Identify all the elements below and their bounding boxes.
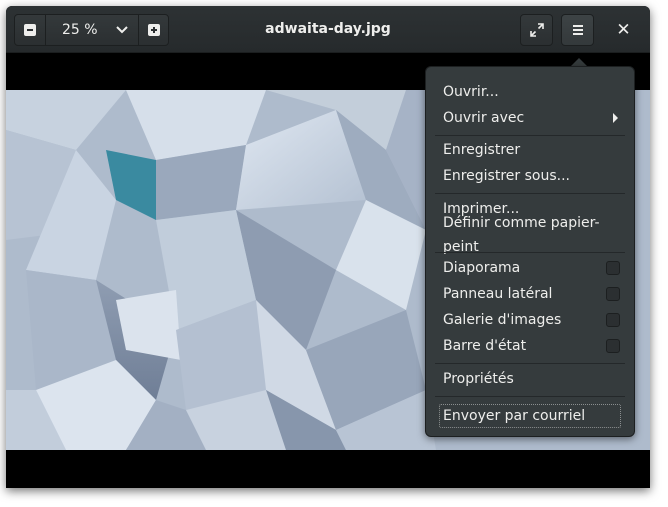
status-bar-checkbox[interactable] <box>606 339 620 353</box>
menu-separator <box>435 193 625 194</box>
menu-separator <box>435 396 625 397</box>
zoom-out-button[interactable] <box>14 14 46 46</box>
menu-item-slideshow[interactable]: Diaporama <box>443 256 620 280</box>
side-panel-checkbox[interactable] <box>606 287 620 301</box>
close-button[interactable]: ✕ <box>607 14 640 46</box>
menu-item-properties[interactable]: Propriétés <box>443 367 620 391</box>
menu-item-open-with-label: Ouvrir avec <box>443 110 525 126</box>
menu-item-status-bar[interactable]: Barre d'état <box>443 334 620 358</box>
submenu-arrow-icon <box>613 113 618 123</box>
slideshow-checkbox[interactable] <box>606 261 620 275</box>
menu-item-slideshow-label: Diaporama <box>443 260 521 276</box>
menu-item-properties-label: Propriétés <box>443 371 514 387</box>
menu-separator <box>435 252 625 253</box>
chevron-down-icon <box>116 26 128 34</box>
menu-item-image-gallery-label: Galerie d'images <box>443 312 562 328</box>
menu-item-set-wallpaper[interactable]: Définir comme papier-peint <box>443 215 620 255</box>
menu-item-image-gallery[interactable]: Galerie d'images <box>443 308 620 332</box>
menu-item-save-as-label: Enregistrer sous... <box>443 168 570 184</box>
zoom-level-value: 25 % <box>62 22 98 38</box>
menu-item-side-panel-label: Panneau latéral <box>443 286 553 302</box>
plus-box-icon <box>147 24 160 36</box>
zoom-controls: 25 % <box>14 14 169 46</box>
fullscreen-button[interactable] <box>520 14 553 46</box>
menu-item-open-label: Ouvrir... <box>443 84 499 100</box>
minus-box-icon <box>24 24 36 36</box>
image-gallery-checkbox[interactable] <box>606 313 620 327</box>
menu-separator <box>435 363 625 364</box>
menu-item-status-bar-label: Barre d'état <box>443 338 527 354</box>
menu-item-save-as[interactable]: Enregistrer sous... <box>443 164 620 188</box>
menu-item-send-email[interactable]: Envoyer par courriel <box>439 404 621 428</box>
headerbar: 25 % adwaita-day.jpg ✕ <box>6 6 650 53</box>
hamburger-icon <box>572 25 583 35</box>
menu-separator <box>435 135 625 136</box>
zoom-level-combo[interactable]: 25 % <box>45 14 139 46</box>
menu-item-save[interactable]: Enregistrer <box>443 138 620 162</box>
menu-item-open[interactable]: Ouvrir... <box>443 80 620 104</box>
menu-item-side-panel[interactable]: Panneau latéral <box>443 282 620 306</box>
fullscreen-icon <box>529 23 544 37</box>
menu-item-save-label: Enregistrer <box>443 142 521 158</box>
close-icon: ✕ <box>616 19 631 40</box>
main-menu-button[interactable] <box>561 14 594 46</box>
main-menu-popover: Ouvrir... Ouvrir avec Enregistrer Enregi… <box>425 66 635 437</box>
menu-item-send-email-label: Envoyer par courriel <box>443 408 586 424</box>
zoom-in-button[interactable] <box>138 14 169 46</box>
menu-item-open-with[interactable]: Ouvrir avec <box>443 106 620 130</box>
